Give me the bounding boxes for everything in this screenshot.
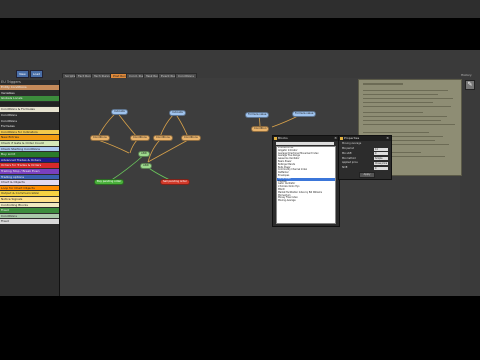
property-row: MA shift 0: [342, 152, 388, 156]
block-tree-panel: EU Triggers Entity Conditions Variables Gl…: [0, 80, 60, 296]
tree-item[interactable]: Advanced Trades & Orders: [0, 157, 59, 163]
property-label: MA shift: [342, 151, 352, 155]
tree-item[interactable]: Conditions: [0, 113, 59, 118]
connector: [159, 112, 176, 138]
new-button[interactable]: New: [16, 70, 29, 78]
property-label: Applied price: [342, 161, 358, 165]
property-label: MA period: [342, 147, 355, 150]
tree-item[interactable]: Controlling Blocks: [0, 202, 59, 208]
tree-item[interactable]: Orders for Trades & Orders: [0, 163, 59, 168]
tree-item[interactable]: Loop for Chart Objects: [0, 185, 59, 191]
tree-item[interactable]: Trailing Stop / Break Even: [0, 169, 59, 174]
connector: [116, 111, 138, 138]
property-value[interactable]: Close price: [374, 161, 388, 165]
blocks-filter-input[interactable]: [276, 142, 334, 145]
property-row: Shift 0: [342, 166, 388, 170]
tree-item[interactable]: Output & Communication: [0, 191, 59, 196]
node-indicator[interactable]: Indicator: [111, 109, 129, 115]
properties-header: Moving Average: [342, 142, 362, 145]
tree-item[interactable]: Conditions: [0, 213, 59, 219]
tree-item[interactable]: New Entries: [0, 135, 59, 140]
close-icon[interactable]: ×: [334, 136, 337, 141]
tree-item[interactable]: Entity Conditions: [0, 85, 59, 90]
load-button[interactable]: Load: [30, 70, 43, 78]
connector: [129, 139, 138, 154]
node-conditions[interactable]: Conditions: [90, 135, 110, 141]
tree-item[interactable]: Formulas: [0, 124, 59, 129]
node-conditions[interactable]: Conditions: [153, 135, 173, 141]
node-indicator[interactable]: Indicator: [169, 110, 187, 116]
window-icon: [340, 137, 343, 140]
node-formula-value[interactable]: Formula value: [245, 112, 270, 118]
node-sell-pending-order[interactable]: Sell pending order: [160, 179, 190, 185]
connector: [97, 139, 130, 154]
list-item[interactable]: Moving Average: [277, 199, 335, 203]
property-value[interactable]: 0: [374, 166, 388, 170]
connector: [97, 111, 118, 138]
tree-item[interactable]: Fixed: [0, 219, 59, 224]
node-conditions[interactable]: Conditions: [130, 135, 150, 141]
property-row: MA period 14: [342, 147, 388, 151]
history-label: History: [461, 73, 472, 77]
top-letterbox: [0, 0, 480, 18]
properties-dialog-title: Properties: [339, 136, 391, 141]
tree-item[interactable]: Chart & Objects: [0, 180, 59, 185]
close-icon[interactable]: ×: [386, 136, 389, 141]
property-row: Applied price Close price: [342, 161, 388, 165]
tree-item[interactable]: Notice Signals: [0, 197, 59, 202]
node-buy-pending-order[interactable]: Buy pending order: [94, 179, 125, 185]
tree-item[interactable]: Conditions: [0, 118, 59, 124]
tree-item[interactable]: Trading options: [0, 174, 59, 180]
pin-icon[interactable]: ✎: [465, 80, 475, 90]
property-value[interactable]: 14: [374, 147, 388, 151]
tree-item[interactable]: Check Starting Conditions: [0, 146, 59, 152]
node-conditions[interactable]: Conditions: [181, 135, 201, 141]
property-value[interactable]: Simple: [374, 157, 388, 161]
tree-item[interactable]: Buy Limit: [0, 152, 59, 157]
blocks-dialog: Blocks × Indicators List Alligator Indica…: [272, 135, 340, 227]
property-label: MA method: [342, 156, 356, 160]
property-value[interactable]: 0: [374, 152, 388, 156]
node-condition[interactable]: Condition: [251, 126, 270, 132]
tree-item[interactable]: Conditions for Indicators: [0, 129, 59, 135]
node-and[interactable]: AND: [138, 151, 150, 157]
connector: [174, 112, 189, 138]
tree-item[interactable]: [0, 101, 59, 107]
property-row: MA method Simple: [342, 157, 388, 161]
apply-button[interactable]: Apply: [359, 172, 375, 178]
properties-dialog: Properties × Moving Average MA period 14 M…: [338, 135, 392, 180]
tree-item[interactable]: Variables: [0, 90, 59, 96]
tree-item[interactable]: Check if Gate & Order Count: [0, 141, 59, 146]
blocks-list[interactable]: Indicators List Alligator Indicator Averag…: [276, 146, 336, 224]
connector: [147, 139, 189, 163]
window-icon: [274, 137, 277, 140]
property-label: Shift: [342, 166, 348, 170]
blocks-dialog-title: Blocks: [273, 136, 339, 141]
tree-item[interactable]: Globals Locals: [0, 96, 59, 101]
tree-item[interactable]: Conditions & Formulas: [0, 107, 59, 112]
node-and[interactable]: AND: [140, 163, 152, 169]
node-formula-value[interactable]: Formula value: [292, 111, 317, 117]
tree-item[interactable]: Fixed: [0, 208, 59, 213]
